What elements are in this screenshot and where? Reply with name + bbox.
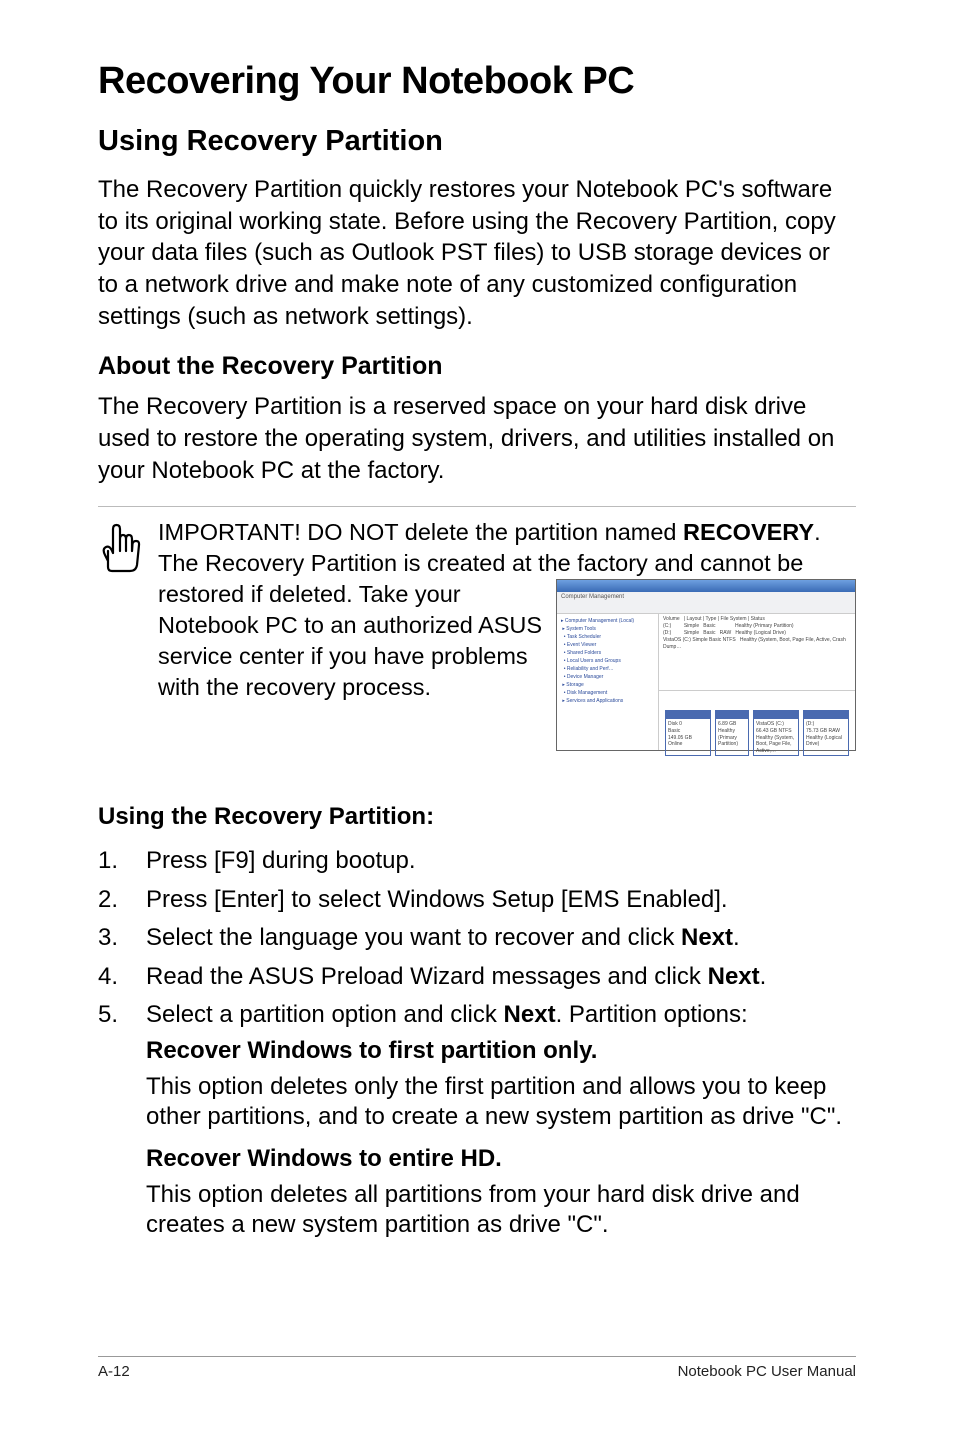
hand-icon-cell [98, 517, 158, 580]
option-heading-first-partition: Recover Windows to first partition only. [146, 1035, 856, 1067]
option-text-entire-hd: This option deletes all partitions from … [146, 1180, 856, 1241]
step-2: 2. Press [Enter] to select Windows Setup… [98, 884, 856, 916]
page-number: A-12 [98, 1363, 130, 1380]
section-heading-about: About the Recovery Partition [98, 352, 856, 381]
important-lead: IMPORTANT! DO NOT delete the partition n… [158, 519, 683, 545]
step-5: 5. Select a partition option and click N… [98, 999, 856, 1251]
step-text: Press [Enter] to select Windows Setup [E… [146, 884, 856, 916]
step-1: 1. Press [F9] during bootup. [98, 845, 856, 877]
page-footer: A-12 Notebook PC User Manual [98, 1356, 856, 1380]
step-number: 1. [98, 845, 146, 877]
hand-icon [98, 521, 146, 575]
step-text: Select the language you want to recover … [146, 922, 856, 954]
step-number: 2. [98, 884, 146, 916]
option-heading-entire-hd: Recover Windows to entire HD. [146, 1143, 856, 1175]
important-callout: IMPORTANT! DO NOT delete the partition n… [98, 506, 856, 751]
page: Recovering Your Notebook PC Using Recove… [0, 0, 954, 1438]
step-number: 3. [98, 922, 146, 954]
important-text: IMPORTANT! DO NOT delete the partition n… [158, 517, 856, 751]
important-bold: RECOVERY [683, 519, 814, 545]
important-rest: restored if deleted. Take your Notebook … [158, 579, 556, 751]
step-text: Press [F9] during bootup. [146, 845, 856, 877]
page-title: Recovering Your Notebook PC [98, 60, 856, 103]
section-heading-using-steps: Using the Recovery Partition: [98, 803, 856, 831]
intro-paragraph: The Recovery Partition quickly restores … [98, 174, 856, 332]
step-number: 4. [98, 961, 146, 993]
computer-management-thumbnail: Computer Management ▸ Computer Managemen… [556, 579, 856, 751]
option-text-first-partition: This option deletes only the first parti… [146, 1072, 856, 1133]
step-3: 3. Select the language you want to recov… [98, 922, 856, 954]
manual-title: Notebook PC User Manual [678, 1363, 856, 1380]
cm-title-text: Computer Management [557, 592, 855, 614]
step-number: 5. [98, 999, 146, 1251]
section-heading-using-recovery-partition: Using Recovery Partition [98, 125, 856, 158]
step-4: 4. Read the ASUS Preload Wizard messages… [98, 961, 856, 993]
about-paragraph: The Recovery Partition is a reserved spa… [98, 391, 856, 486]
step-text: Select a partition option and click Next… [146, 999, 856, 1251]
step-text: Read the ASUS Preload Wizard messages an… [146, 961, 856, 993]
